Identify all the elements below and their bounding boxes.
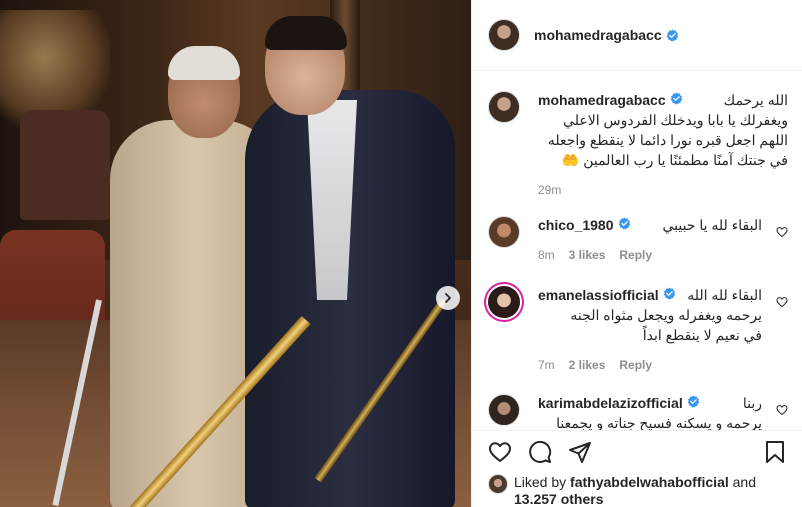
bookmark-icon bbox=[766, 440, 784, 463]
comment-username[interactable]: karimabdelazizofficial bbox=[538, 395, 683, 411]
verified-badge-icon bbox=[663, 287, 675, 300]
reply-button[interactable]: Reply bbox=[619, 248, 652, 262]
heart-icon[interactable] bbox=[776, 226, 788, 238]
chevron-right-icon bbox=[445, 293, 451, 303]
caption-body: mohamedragabacc الله يرحمك ويغفرلك يا با… bbox=[538, 91, 788, 197]
caption-avatar[interactable] bbox=[488, 91, 520, 123]
photo-hair bbox=[265, 16, 347, 50]
caption-head: mohamedragabacc الله يرحمك bbox=[538, 91, 788, 109]
verified-badge-icon bbox=[666, 29, 678, 41]
liked-by: Liked by fathyabdelwahabofficial and 13.… bbox=[488, 474, 788, 507]
liker-avatar[interactable] bbox=[488, 474, 508, 494]
comment-first-line: karimabdelazizofficial ربنا bbox=[538, 394, 762, 412]
post-modal: mohamedragabacc mohamedragabacc الله يرح… bbox=[0, 0, 802, 507]
comment-icon bbox=[529, 440, 552, 463]
comment-item: karimabdelazizofficial ربنا يرحمه و يسكن… bbox=[488, 394, 788, 430]
heart-icon[interactable] bbox=[776, 404, 788, 416]
caption-first-line: mohamedragabacc الله يرحمك bbox=[538, 91, 788, 109]
post-photo[interactable] bbox=[0, 0, 471, 507]
caption-text-line: في جنتك آمنًا مطمئنًا يا رب العالمين 🤲 bbox=[561, 152, 788, 168]
comment-likes[interactable]: 2 likes bbox=[569, 358, 606, 372]
commenter-avatar[interactable] bbox=[488, 286, 520, 318]
author-username[interactable]: mohamedragabacc bbox=[534, 27, 662, 43]
caption-timestamp[interactable]: 29m bbox=[538, 183, 561, 197]
comment-text-line: ربنا bbox=[742, 395, 762, 411]
commenter-avatar[interactable] bbox=[488, 394, 520, 426]
comment-body: karimabdelazizofficial ربنا يرحمه و يسكن… bbox=[538, 394, 762, 430]
share-button[interactable] bbox=[568, 440, 592, 464]
comment-item: emanelassiofficial البقاء لله الله يرحمه… bbox=[488, 286, 788, 372]
comment-body: emanelassiofficial البقاء لله الله يرحمه… bbox=[538, 286, 762, 372]
commenter-avatar[interactable] bbox=[488, 216, 520, 248]
comment-text-line: البقاء لله يا حبيبي bbox=[662, 217, 762, 233]
photo-seated-person bbox=[20, 110, 110, 220]
post-header: mohamedragabacc bbox=[472, 0, 802, 71]
reply-button[interactable]: Reply bbox=[619, 358, 652, 372]
share-icon bbox=[569, 441, 591, 463]
comment-first-line: emanelassiofficial البقاء لله الله bbox=[538, 286, 762, 304]
verified-badge-icon bbox=[687, 395, 699, 408]
caption-text-line: ويغفرلك يا بابا ويدخلك الفردوس الاعلي bbox=[563, 112, 788, 128]
comment-meta: 8m 3 likes Reply bbox=[538, 248, 762, 262]
verified-badge-icon bbox=[618, 217, 630, 230]
comment-timestamp[interactable]: 7m bbox=[538, 358, 555, 372]
caption-meta: 29m bbox=[538, 183, 788, 197]
liked-by-username[interactable]: fathyabdelwahabofficial bbox=[570, 474, 729, 490]
verified-badge-icon bbox=[670, 92, 682, 105]
comment-text-line: البقاء لله الله bbox=[687, 287, 762, 303]
caption-username[interactable]: mohamedragabacc bbox=[538, 92, 666, 108]
comment-likes[interactable]: 3 likes bbox=[569, 248, 606, 262]
photo-hair bbox=[168, 46, 240, 80]
comment-meta: 7m 2 likes Reply bbox=[538, 358, 762, 372]
caption-text-line: اللهم اجعل قبره نورا دائما لا ينقطع واجع… bbox=[547, 132, 788, 148]
comment-text-line: يرحمه ويغفرله ويجعل مثواه الجنه bbox=[570, 307, 762, 323]
post-actions bbox=[472, 430, 802, 472]
comment-first-line: chico_1980 البقاء لله يا حبيبي bbox=[538, 216, 762, 234]
next-photo-button[interactable] bbox=[436, 286, 460, 310]
liked-by-text: Liked by fathyabdelwahabofficial and 13.… bbox=[514, 474, 788, 507]
caption: mohamedragabacc الله يرحمك ويغفرلك يا با… bbox=[488, 91, 788, 197]
comments-list[interactable]: mohamedragabacc الله يرحمك ويغفرلك يا با… bbox=[472, 72, 802, 430]
comment-username[interactable]: chico_1980 bbox=[538, 217, 614, 233]
liked-by-others[interactable]: 13.257 others bbox=[514, 491, 604, 507]
comment-username[interactable]: emanelassiofficial bbox=[538, 287, 659, 303]
caption-text-line: الله يرحمك bbox=[723, 92, 788, 108]
liked-by-prefix: Liked by bbox=[514, 474, 567, 490]
heart-icon[interactable] bbox=[776, 296, 788, 308]
like-button[interactable] bbox=[488, 440, 512, 464]
comment-text-line: في نعيم لا ينقطع ابداً bbox=[642, 327, 762, 343]
comment-text-line: يرحمه و يسكنه فسيح جناته و يجمعنا bbox=[556, 415, 762, 430]
author-avatar[interactable] bbox=[488, 19, 520, 51]
comment-item: chico_1980 البقاء لله يا حبيبي 8m 3 like… bbox=[488, 216, 788, 262]
comment-body: chico_1980 البقاء لله يا حبيبي 8m 3 like… bbox=[538, 216, 762, 262]
heart-icon bbox=[489, 441, 511, 462]
comment-button[interactable] bbox=[528, 440, 552, 464]
comment-timestamp[interactable]: 8m bbox=[538, 248, 555, 262]
save-button[interactable] bbox=[763, 440, 787, 464]
post-side-panel: mohamedragabacc mohamedragabacc الله يرح… bbox=[471, 0, 802, 507]
liked-by-and: and bbox=[732, 474, 756, 490]
